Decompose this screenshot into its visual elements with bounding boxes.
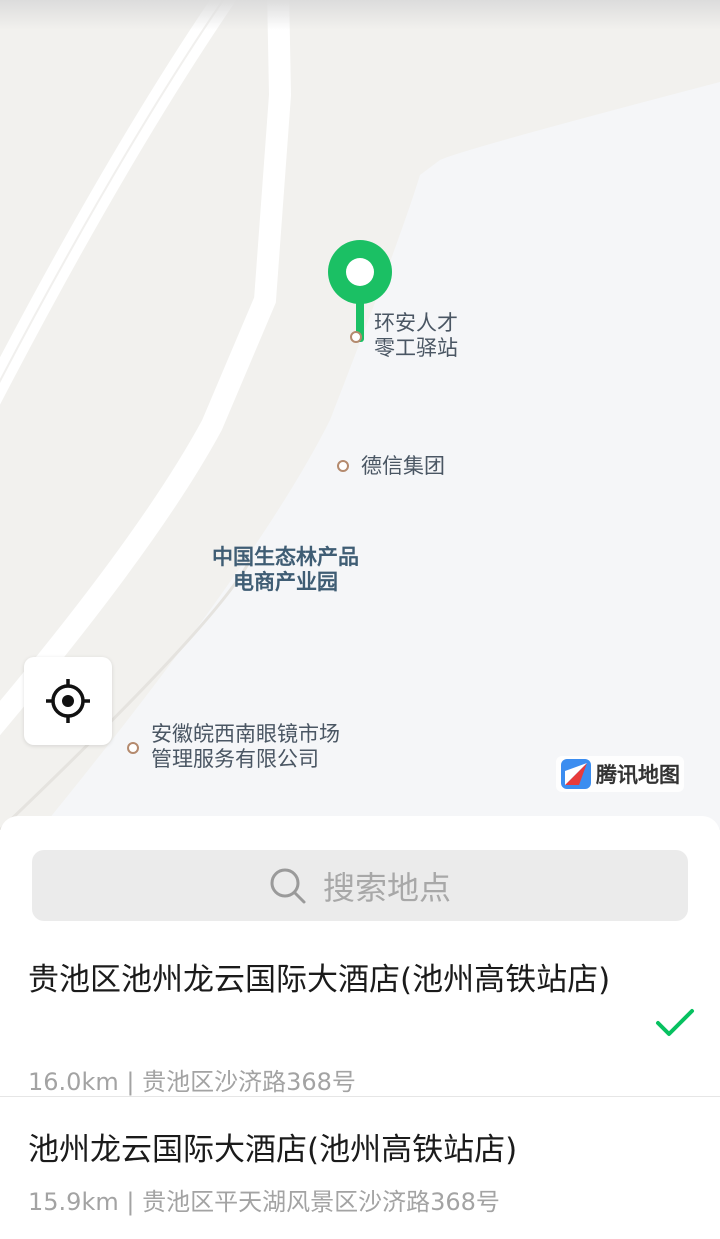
poi-dot (337, 460, 349, 472)
result-separator: | (126, 1068, 143, 1096)
search-input[interactable]: 搜索地点 (32, 850, 688, 921)
result-separator: | (126, 1188, 143, 1216)
result-title: 池州龙云国际大酒店(池州高铁站店) (28, 1132, 518, 1168)
locate-button[interactable] (24, 657, 112, 745)
area-label-ecommerce-park: 中国生态林产品 电商产业园 (212, 545, 359, 594)
result-distance: 16.0km (28, 1068, 119, 1096)
check-icon (656, 1009, 694, 1036)
result-subtitle: 16.0km | 贵池区沙济路368号 (28, 1062, 356, 1097)
status-bar-fade (0, 0, 720, 30)
map-view[interactable]: 环安人才 零工驿站 德信集团 中国生态林产品 电商产业园 安徽皖西南眼镜市场 管理服务… (0, 0, 720, 830)
locate-icon (46, 679, 90, 723)
divider (0, 1096, 720, 1097)
poi-dot (127, 742, 139, 754)
poi-label-dexin[interactable]: 德信集团 (361, 454, 445, 479)
result-item-selected[interactable]: 贵池区池州龙云国际大酒店(池州高铁站店) 16.0km | 贵池区沙济路368号 (0, 952, 720, 1097)
result-title: 贵池区池州龙云国际大酒店(池州高铁站店) (28, 962, 611, 998)
map-brand: 腾讯地图 (556, 756, 684, 792)
result-subtitle: 15.9km | 贵池区平天湖风景区沙济路368号 (28, 1182, 500, 1217)
poi-label-huanan[interactable]: 环安人才 零工驿站 (374, 311, 458, 361)
result-item[interactable]: 池州龙云国际大酒店(池州高铁站店) 15.9km | 贵池区平天湖风景区沙济路3… (0, 1116, 720, 1236)
map-brand-name: 腾讯地图 (596, 763, 680, 787)
poi-label-glasses-market[interactable]: 安徽皖西南眼镜市场 管理服务有限公司 (151, 722, 340, 772)
result-distance: 15.9km (28, 1188, 119, 1216)
result-address: 贵池区平天湖风景区沙济路368号 (142, 1188, 500, 1216)
result-address: 贵池区沙济路368号 (142, 1068, 356, 1096)
tencent-map-logo-icon (561, 759, 591, 789)
search-placeholder: 搜索地点 (322, 868, 451, 907)
bottom-sheet: 搜索地点 贵池区池州龙云国际大酒店(池州高铁站店) 16.0km | 贵池区沙济… (0, 816, 720, 1239)
search-icon (270, 868, 306, 903)
poi-dot (350, 331, 362, 343)
